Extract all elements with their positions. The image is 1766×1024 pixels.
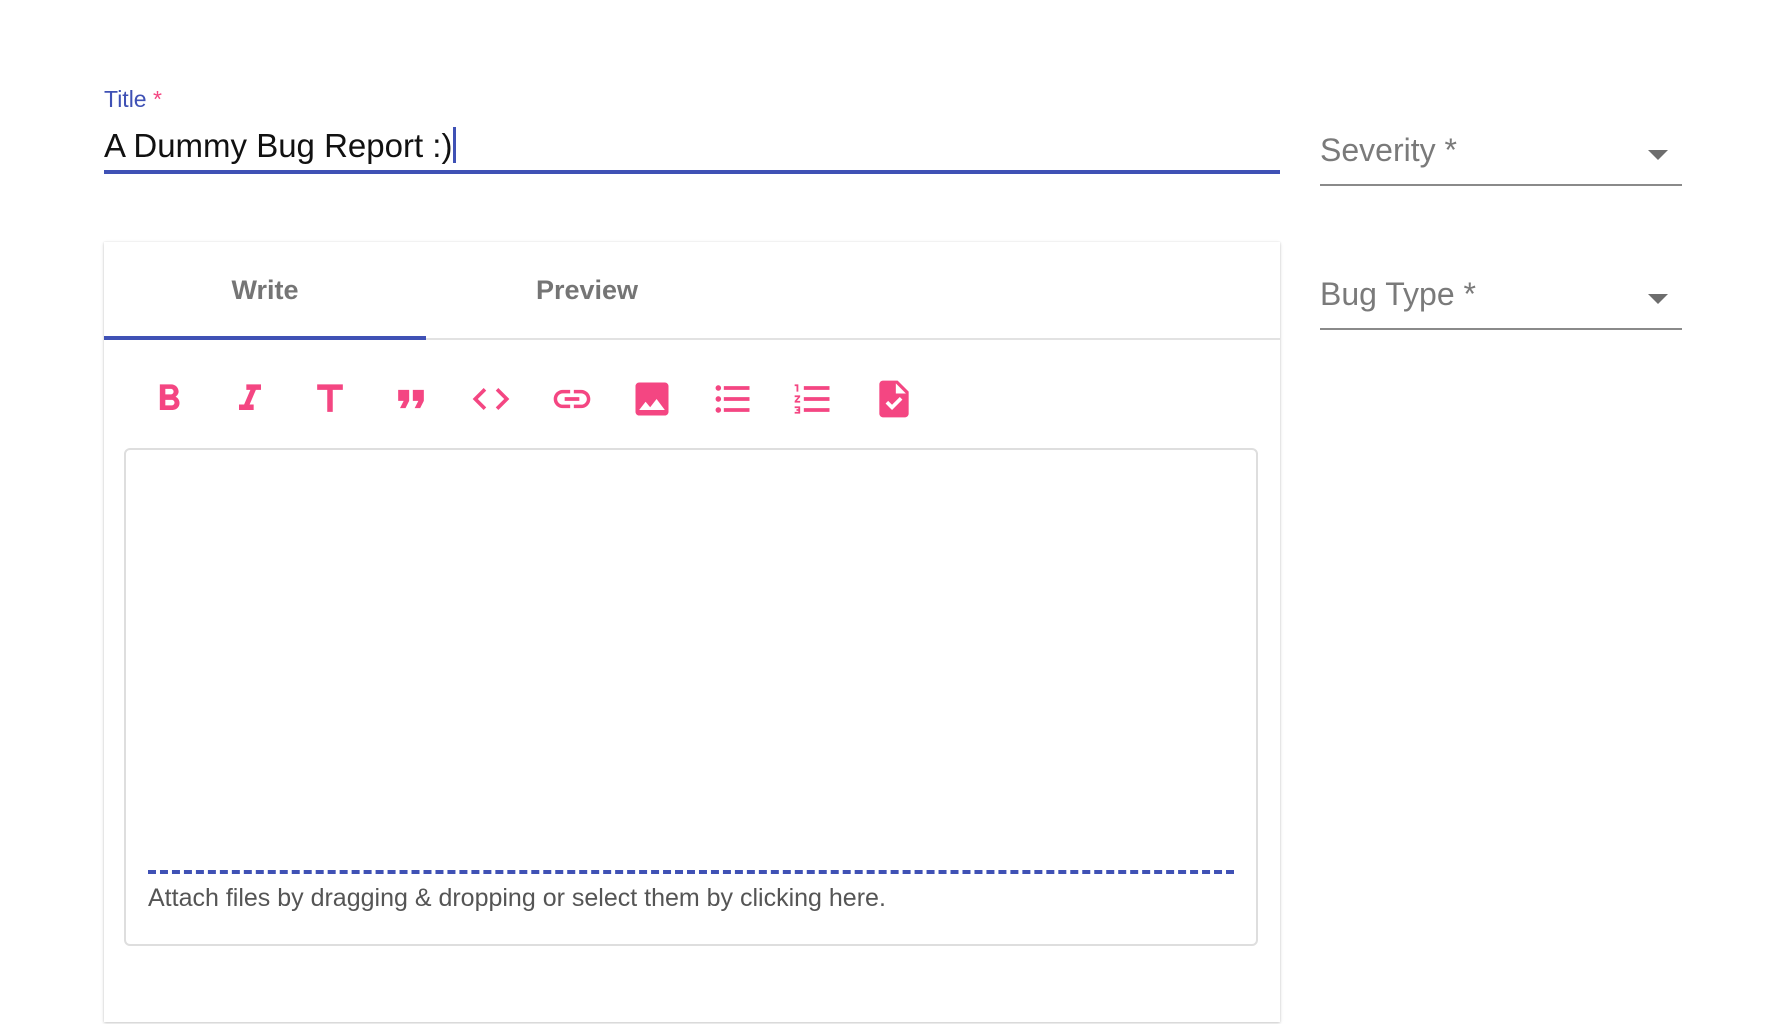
severity-label: Severity *	[1320, 132, 1457, 168]
link-icon	[553, 389, 590, 409]
quote-button[interactable]	[386, 374, 436, 424]
title-label-text: Title	[104, 86, 147, 112]
title-field[interactable]: Title * A Dummy Bug Report :)	[104, 84, 1280, 174]
bug-type-label: Bug Type *	[1320, 276, 1476, 312]
title-input-value: A Dummy Bug Report :)	[104, 127, 453, 164]
unordered-list-icon	[715, 385, 749, 413]
dropdown-arrow-icon	[1648, 294, 1668, 304]
checked-list-button[interactable]	[869, 374, 919, 424]
description-textarea[interactable]: Attach files by dragging & dropping or s…	[124, 448, 1258, 946]
image-icon	[635, 382, 669, 416]
header-button[interactable]	[305, 374, 355, 424]
code-button[interactable]	[466, 374, 516, 424]
checked-list-icon	[878, 380, 909, 418]
ordered-list-icon	[794, 384, 830, 414]
header-icon	[317, 384, 343, 412]
title-label: Title *	[104, 84, 1280, 114]
formatting-toolbar	[144, 374, 949, 424]
active-tab-indicator	[104, 336, 426, 340]
tab-preview[interactable]: Preview	[426, 242, 748, 338]
code-icon	[472, 388, 510, 410]
bold-icon	[159, 384, 180, 410]
title-input[interactable]: A Dummy Bug Report :)	[104, 124, 1280, 174]
bug-type-select[interactable]: Bug Type *	[1320, 270, 1682, 330]
quote-icon	[397, 389, 424, 409]
dropdown-arrow-icon	[1648, 150, 1668, 160]
bug-report-form: Title * A Dummy Bug Report :) Severity *…	[0, 0, 1766, 1024]
unordered-list-button[interactable]	[708, 374, 758, 424]
drop-zone-divider	[148, 870, 1234, 874]
editor-tabs: Write Preview	[104, 242, 1280, 340]
tab-write[interactable]: Write	[104, 242, 426, 338]
text-caret	[453, 127, 457, 163]
ordered-list-button[interactable]	[788, 374, 838, 424]
italic-button[interactable]	[225, 374, 275, 424]
markdown-editor: Write Preview Attach files by dragging &…	[104, 242, 1280, 1022]
severity-select[interactable]: Severity *	[1320, 126, 1682, 186]
bold-button[interactable]	[144, 374, 194, 424]
required-mark: *	[153, 86, 162, 112]
image-button[interactable]	[627, 374, 677, 424]
attach-files-link[interactable]: Attach files by dragging & dropping or s…	[148, 884, 886, 913]
italic-icon	[238, 384, 261, 410]
link-button[interactable]	[547, 374, 597, 424]
